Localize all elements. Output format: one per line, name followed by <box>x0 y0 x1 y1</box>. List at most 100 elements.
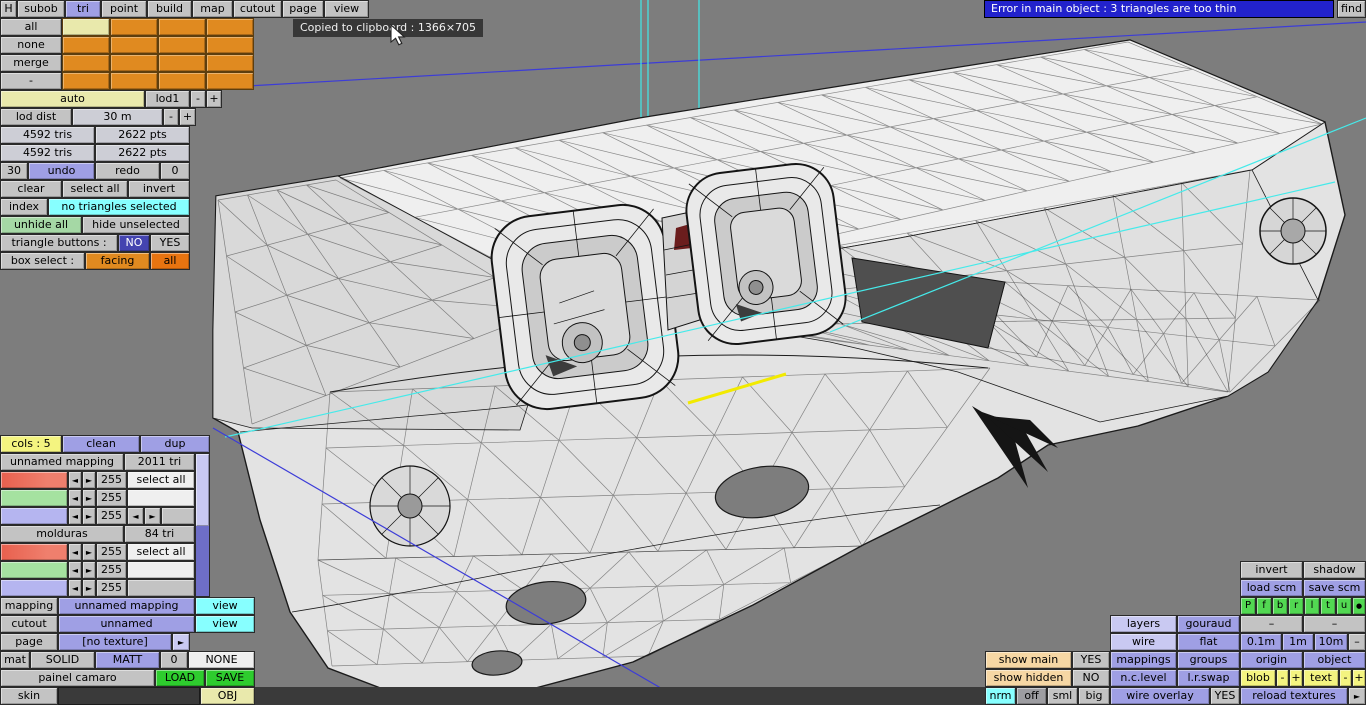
layers-button[interactable]: layers <box>1110 615 1177 633</box>
object-button[interactable]: object <box>1303 651 1366 669</box>
mapping-scrollbar[interactable] <box>195 453 210 597</box>
group-pager-right-button[interactable]: ► <box>144 507 161 525</box>
subobject-grid-cell[interactable] <box>206 54 254 72</box>
nc-level-button[interactable]: n.c.level <box>1110 669 1177 687</box>
blob-minus-button[interactable]: - <box>1276 669 1289 687</box>
subobject-grid-cell[interactable] <box>110 18 158 36</box>
grid-10m-button[interactable]: 10m <box>1314 633 1348 651</box>
subobject-none-button[interactable]: none <box>0 36 62 54</box>
subobject-grid-cell[interactable] <box>158 72 206 90</box>
lod-dist-value[interactable]: 30 m <box>72 108 163 126</box>
group-pager-left-button[interactable]: ◄ <box>127 507 144 525</box>
subobject-grid-cell[interactable] <box>62 54 110 72</box>
blob-plus-button[interactable]: + <box>1289 669 1303 687</box>
show-main-toggle[interactable]: YES <box>1072 651 1110 669</box>
green-increment-button[interactable]: ► <box>82 489 96 507</box>
text-plus-button[interactable]: + <box>1352 669 1366 687</box>
blue-increment-button[interactable]: ► <box>82 579 96 597</box>
subobject-grid-cell[interactable] <box>158 36 206 54</box>
mat-index[interactable]: 0 <box>160 651 188 669</box>
mapping-scrollbar-thumb[interactable] <box>196 454 209 526</box>
wire-button[interactable]: wire <box>1110 633 1177 651</box>
nrm-big-button[interactable]: big <box>1078 687 1110 705</box>
view-preset-under-button[interactable]: u <box>1336 597 1352 615</box>
group-select-all-button[interactable]: select all <box>127 543 195 561</box>
red-slider[interactable] <box>0 471 68 489</box>
page-current[interactable]: [no texture] <box>58 633 172 651</box>
green-increment-button[interactable]: ► <box>82 561 96 579</box>
mapping-group-name[interactable]: unnamed mapping <box>0 453 124 471</box>
subobject-grid-cell[interactable] <box>158 18 206 36</box>
lod-level-button[interactable]: lod1 <box>145 90 190 108</box>
lod-dist-plus-button[interactable]: + <box>179 108 196 126</box>
nrm-sml-button[interactable]: sml <box>1047 687 1078 705</box>
redo-button[interactable]: redo <box>95 162 160 180</box>
tab-build[interactable]: build <box>147 0 192 18</box>
view-preset-top-button[interactable]: t <box>1320 597 1336 615</box>
blue-decrement-button[interactable]: ◄ <box>68 507 82 525</box>
clear-button[interactable]: clear <box>0 180 62 198</box>
layers-dash-button[interactable]: – <box>1240 615 1303 633</box>
load-button[interactable]: LOAD <box>155 669 205 687</box>
mapping-group-name[interactable]: molduras <box>0 525 124 543</box>
red-increment-button[interactable]: ► <box>82 471 96 489</box>
blue-increment-button[interactable]: ► <box>82 507 96 525</box>
view-preset-right-button[interactable]: r <box>1288 597 1304 615</box>
save-scm-button[interactable]: save scm <box>1303 579 1366 597</box>
mat-none-button[interactable]: NONE <box>188 651 255 669</box>
green-decrement-button[interactable]: ◄ <box>68 561 82 579</box>
index-button[interactable]: index <box>0 198 48 216</box>
reload-textures-arrow-button[interactable]: ► <box>1348 687 1366 705</box>
tab-point[interactable]: point <box>101 0 147 18</box>
subobject-grid-cell[interactable] <box>110 36 158 54</box>
mappings-button[interactable]: mappings <box>1110 651 1177 669</box>
invert-button[interactable]: invert <box>128 180 190 198</box>
red-decrement-button[interactable]: ◄ <box>68 471 82 489</box>
subobject-grid-cell-selected[interactable] <box>62 18 110 36</box>
blue-slider[interactable] <box>0 507 68 525</box>
find-button[interactable]: find <box>1337 0 1366 18</box>
lod-minus-button[interactable]: - <box>190 90 206 108</box>
save-button[interactable]: SAVE <box>205 669 255 687</box>
view-preset-left-button[interactable]: l <box>1304 597 1320 615</box>
nrm-off-button[interactable]: off <box>1016 687 1047 705</box>
subobject-grid-cell[interactable] <box>206 72 254 90</box>
green-decrement-button[interactable]: ◄ <box>68 489 82 507</box>
cutout-current[interactable]: unnamed <box>58 615 195 633</box>
dup-button[interactable]: dup <box>140 435 210 453</box>
subobject-all-button[interactable]: all <box>0 18 62 36</box>
subobject-grid-cell[interactable] <box>110 72 158 90</box>
tab-map[interactable]: map <box>192 0 233 18</box>
view-preset-front-button[interactable]: f <box>1256 597 1272 615</box>
subobject-minus-button[interactable]: - <box>0 72 62 90</box>
red-increment-button[interactable]: ► <box>82 543 96 561</box>
text-minus-button[interactable]: - <box>1339 669 1352 687</box>
reload-textures-button[interactable]: reload textures <box>1240 687 1348 705</box>
origin-button[interactable]: origin <box>1240 651 1303 669</box>
red-slider[interactable] <box>0 543 68 561</box>
subobject-grid-cell[interactable] <box>62 36 110 54</box>
obj-button[interactable]: OBJ <box>200 687 255 705</box>
subobject-grid-cell[interactable] <box>206 36 254 54</box>
invert-normals-button[interactable]: invert <box>1240 561 1303 579</box>
load-scm-button[interactable]: load scm <box>1240 579 1303 597</box>
hide-unselected-button[interactable]: hide unselected <box>82 216 190 234</box>
subobject-grid-cell[interactable] <box>62 72 110 90</box>
lod-dist-minus-button[interactable]: - <box>163 108 179 126</box>
tab-subob[interactable]: subob <box>17 0 65 18</box>
blue-decrement-button[interactable]: ◄ <box>68 579 82 597</box>
layers-dash-button[interactable]: – <box>1303 615 1366 633</box>
grid-1m-button[interactable]: 1m <box>1282 633 1314 651</box>
mapping-view-button[interactable]: view <box>195 597 255 615</box>
subobject-grid-cell[interactable] <box>158 54 206 72</box>
subobject-grid-cell[interactable] <box>206 18 254 36</box>
cutout-view-button[interactable]: view <box>195 615 255 633</box>
groups-button[interactable]: groups <box>1177 651 1240 669</box>
text-button[interactable]: text <box>1303 669 1339 687</box>
lr-swap-button[interactable]: l.r.swap <box>1177 669 1240 687</box>
undo-button[interactable]: undo <box>28 162 95 180</box>
tab-cutout[interactable]: cutout <box>233 0 282 18</box>
skin-label[interactable]: skin <box>0 687 58 705</box>
gouraud-button[interactable]: gouraud <box>1177 615 1240 633</box>
triangle-buttons-no[interactable]: NO <box>118 234 150 252</box>
